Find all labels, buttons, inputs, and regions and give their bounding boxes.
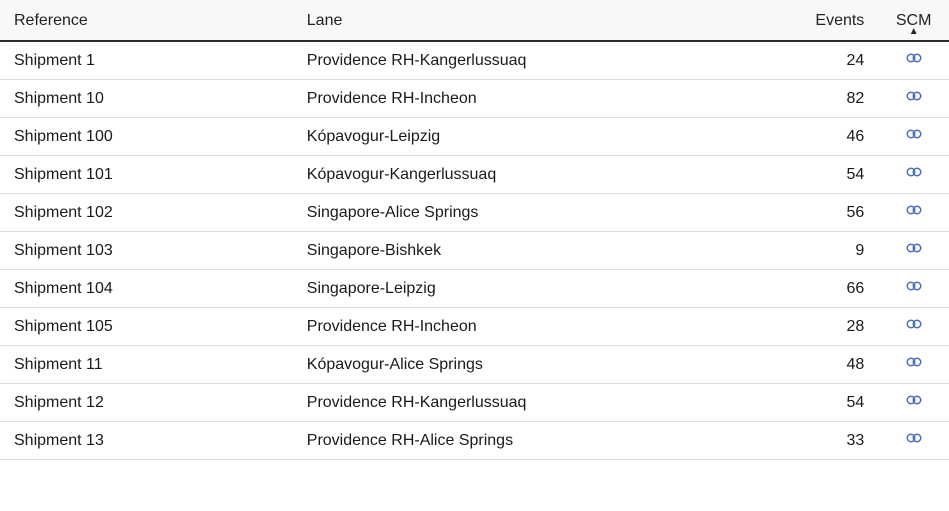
table-row[interactable]: Shipment 103Singapore-Bishkek9 [0,232,949,270]
cell-lane: Singapore-Leipzig [293,270,798,308]
table-row[interactable]: Shipment 1Providence RH-Kangerlussuaq24 [0,41,949,80]
link-icon[interactable] [905,355,923,369]
cell-scm [878,156,949,194]
column-header-label: Events [815,12,864,29]
table-row[interactable]: Shipment 100Kópavogur-Leipzig46 [0,118,949,156]
cell-lane: Kópavogur-Leipzig [293,118,798,156]
column-header-events[interactable]: Events [798,0,879,41]
cell-lane: Singapore-Alice Springs [293,194,798,232]
cell-scm [878,41,949,80]
column-header-reference[interactable]: Reference [0,0,293,41]
cell-scm [878,232,949,270]
table-row[interactable]: Shipment 11Kópavogur-Alice Springs48 [0,346,949,384]
link-icon[interactable] [905,203,923,217]
cell-events: 33 [798,422,879,460]
cell-lane: Kópavogur-Kangerlussuaq [293,156,798,194]
cell-reference: Shipment 11 [0,346,293,384]
link-icon[interactable] [905,393,923,407]
column-header-scm[interactable]: SCM ▲ [878,0,949,41]
cell-events: 82 [798,80,879,118]
cell-reference: Shipment 12 [0,384,293,422]
cell-scm [878,80,949,118]
cell-events: 48 [798,346,879,384]
cell-events: 28 [798,308,879,346]
cell-scm [878,270,949,308]
cell-reference: Shipment 105 [0,308,293,346]
link-icon[interactable] [905,89,923,103]
cell-lane: Providence RH-Incheon [293,308,798,346]
table-row[interactable]: Shipment 13Providence RH-Alice Springs33 [0,422,949,460]
table-row[interactable]: Shipment 105Providence RH-Incheon28 [0,308,949,346]
cell-reference: Shipment 102 [0,194,293,232]
cell-lane: Providence RH-Kangerlussuaq [293,384,798,422]
cell-events: 66 [798,270,879,308]
cell-events: 9 [798,232,879,270]
cell-scm [878,384,949,422]
table-row[interactable]: Shipment 102Singapore-Alice Springs56 [0,194,949,232]
sort-ascending-icon: ▲ [892,28,935,36]
link-icon[interactable] [905,317,923,331]
link-icon[interactable] [905,279,923,293]
cell-scm [878,194,949,232]
cell-scm [878,346,949,384]
cell-events: 24 [798,41,879,80]
cell-lane: Providence RH-Incheon [293,80,798,118]
link-icon[interactable] [905,51,923,65]
table-body: Shipment 1Providence RH-Kangerlussuaq24S… [0,41,949,460]
cell-reference: Shipment 13 [0,422,293,460]
cell-scm [878,422,949,460]
cell-lane: Singapore-Bishkek [293,232,798,270]
cell-reference: Shipment 1 [0,41,293,80]
cell-events: 54 [798,384,879,422]
table-row[interactable]: Shipment 104Singapore-Leipzig66 [0,270,949,308]
cell-reference: Shipment 104 [0,270,293,308]
column-header-label: Reference [14,12,88,29]
shipments-table: Reference Lane Events SCM ▲ Shipment 1Pr… [0,0,949,460]
cell-lane: Providence RH-Kangerlussuaq [293,41,798,80]
link-icon[interactable] [905,165,923,179]
link-icon[interactable] [905,127,923,141]
column-header-label: Lane [307,12,343,29]
table-row[interactable]: Shipment 101Kópavogur-Kangerlussuaq54 [0,156,949,194]
table-row[interactable]: Shipment 10Providence RH-Incheon82 [0,80,949,118]
cell-lane: Kópavogur-Alice Springs [293,346,798,384]
cell-scm [878,308,949,346]
cell-events: 46 [798,118,879,156]
cell-scm [878,118,949,156]
table-header-row: Reference Lane Events SCM ▲ [0,0,949,41]
link-icon[interactable] [905,241,923,255]
cell-reference: Shipment 101 [0,156,293,194]
link-icon[interactable] [905,431,923,445]
shipments-table-container: Reference Lane Events SCM ▲ Shipment 1Pr… [0,0,949,511]
cell-reference: Shipment 10 [0,80,293,118]
table-row[interactable]: Shipment 12Providence RH-Kangerlussuaq54 [0,384,949,422]
cell-events: 54 [798,156,879,194]
cell-events: 56 [798,194,879,232]
cell-reference: Shipment 103 [0,232,293,270]
cell-lane: Providence RH-Alice Springs [293,422,798,460]
cell-reference: Shipment 100 [0,118,293,156]
column-header-lane[interactable]: Lane [293,0,798,41]
